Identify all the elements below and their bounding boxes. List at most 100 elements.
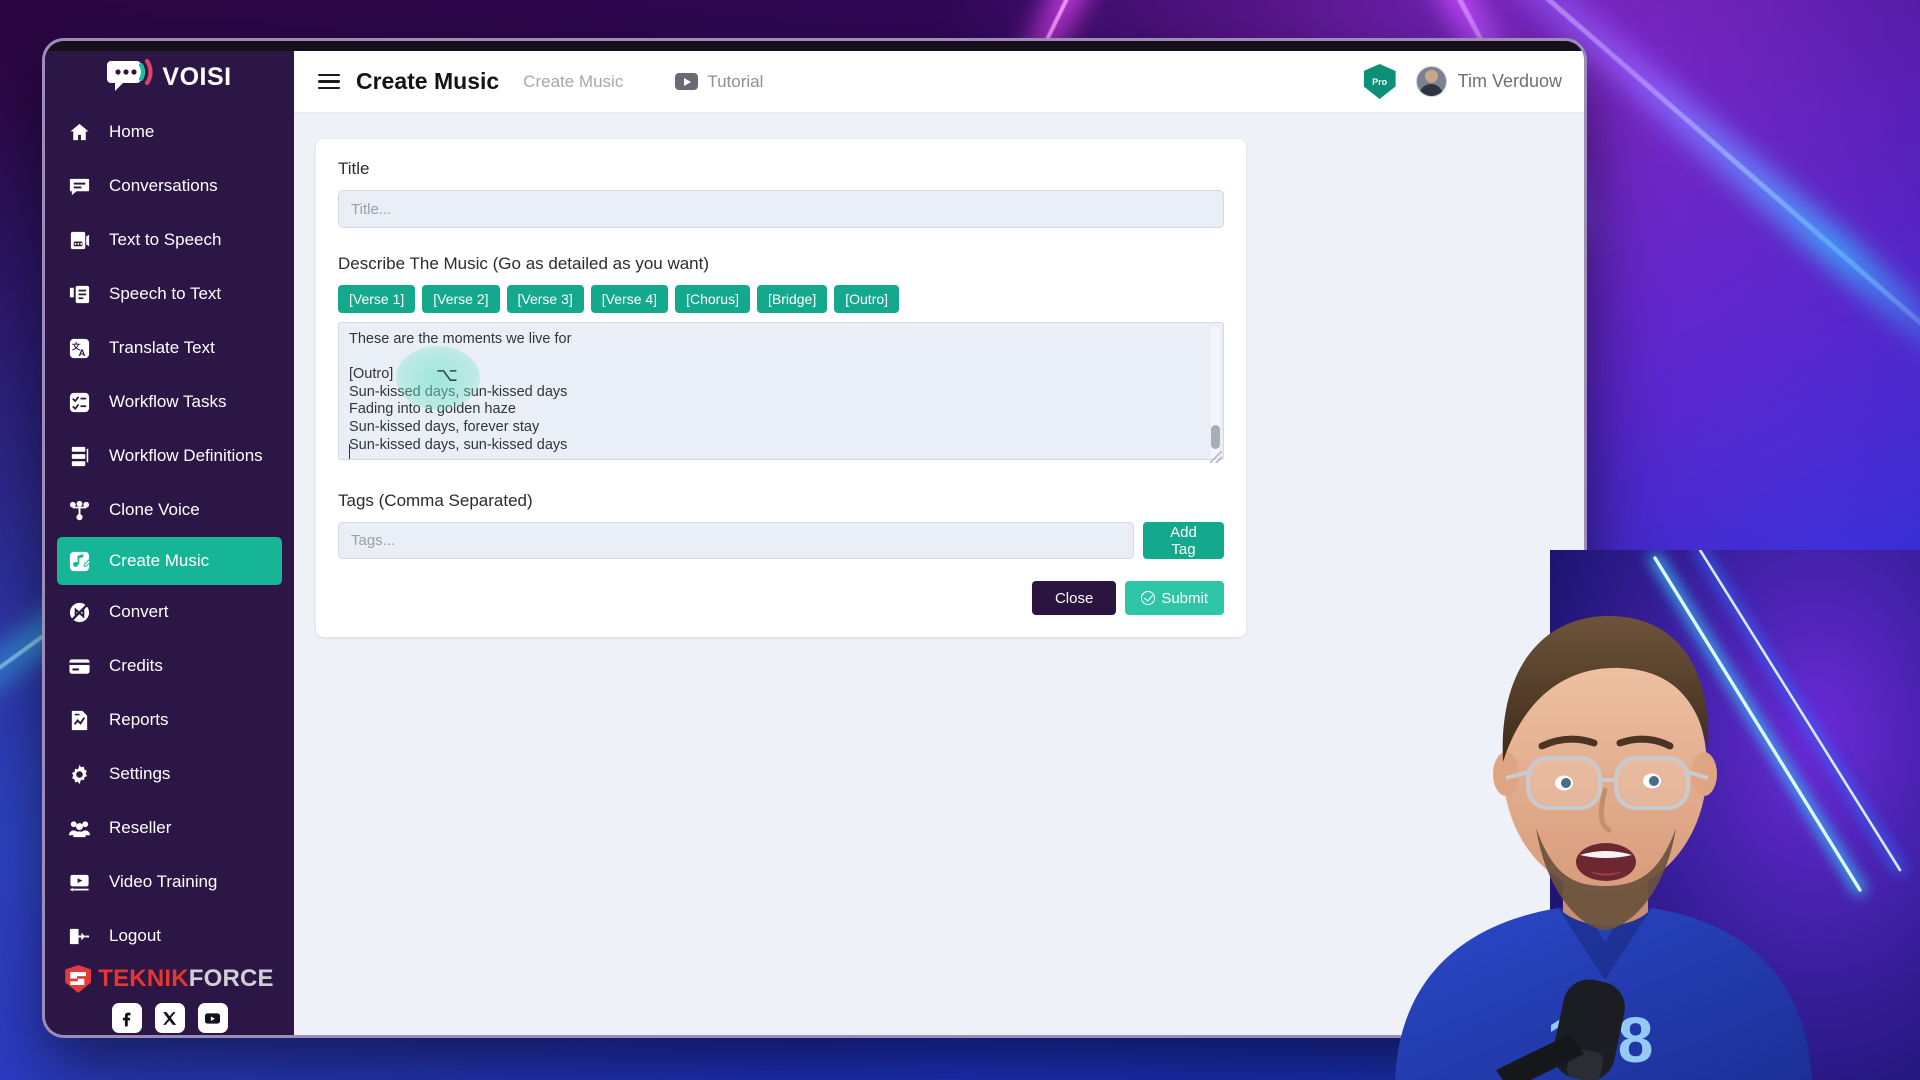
sidebar-item-conversations[interactable]: Conversations <box>45 159 294 213</box>
video-training-icon <box>67 870 92 895</box>
facebook-icon[interactable] <box>111 1003 142 1033</box>
topbar-right: Pro Tim Verduow <box>1363 64 1562 99</box>
sidebar-item-logout[interactable]: Logout <box>45 909 294 963</box>
sidebar-item-label: Settings <box>109 764 171 783</box>
chip-verse-4[interactable]: [Verse 4] <box>590 285 669 313</box>
tags-label: Tags (Comma Separated) <box>338 491 533 510</box>
create-music-form-card: Title Describe The Music (Go as detailed… <box>316 139 1246 637</box>
sidebar-item-label: Workflow Tasks <box>109 392 227 411</box>
tutorial-label: Tutorial <box>707 71 764 91</box>
sidebar-item-label: Text to Speech <box>109 230 222 249</box>
sidebar-item-reports[interactable]: Reports <box>45 693 294 747</box>
add-tag-button[interactable]: Add Tag <box>1142 522 1224 559</box>
translate-icon: 文A <box>67 336 92 361</box>
voisi-speech-bubble-icon <box>107 57 153 97</box>
brand-logo[interactable]: VOISI <box>45 57 294 97</box>
sidebar-item-video-training[interactable]: Video Training <box>45 855 294 909</box>
sidebar-footer: TEKNIKFORCE <box>45 963 294 1035</box>
reports-icon <box>67 708 92 733</box>
chip-outro[interactable]: [Outro] <box>834 285 900 313</box>
credit-card-icon <box>67 654 92 679</box>
teknikforce-shield-icon <box>65 965 92 993</box>
youtube-icon[interactable] <box>197 1003 228 1033</box>
main-area: Create Music Create Music Tutorial Pro T… <box>294 51 1584 1035</box>
speech-to-text-icon <box>67 282 92 307</box>
content-area: Title Describe The Music (Go as detailed… <box>294 113 1584 1035</box>
sidebar-item-workflow-definitions[interactable]: Workflow Definitions <box>45 429 294 483</box>
sidebar-item-settings[interactable]: Settings <box>45 747 294 801</box>
title-input[interactable] <box>338 190 1224 228</box>
lyrics-area-wrapper: These are the moments we live for [Outro… <box>338 322 1224 465</box>
text-caret <box>349 444 351 459</box>
sidebar-item-create-music[interactable]: Create Music <box>57 537 282 585</box>
sidebar-item-label: Workflow Definitions <box>109 446 263 465</box>
sidebar-item-label: Reseller <box>109 818 172 837</box>
svg-text:A: A <box>79 348 86 359</box>
lyrics-textarea[interactable]: These are the moments we live for [Outro… <box>338 322 1224 460</box>
workflow-tasks-icon <box>67 390 92 415</box>
sidebar-item-label: Credits <box>109 656 163 675</box>
username: Tim Verduow <box>1457 71 1562 91</box>
chip-bridge[interactable]: [Bridge] <box>756 285 828 313</box>
section-chips: [Verse 1] [Verse 2] [Verse 3] [Verse 4] … <box>338 285 1224 313</box>
sidebar-item-label: Speech to Text <box>109 284 222 303</box>
clone-voice-icon <box>67 498 92 523</box>
textarea-scrollbar[interactable] <box>1211 327 1220 460</box>
workflow-definitions-icon <box>67 444 92 469</box>
sidebar-item-home[interactable]: Home <box>45 105 294 159</box>
sidebar-nav: Home Conversations Text to Speech Speech… <box>45 97 294 963</box>
teknikforce-logo[interactable]: TEKNIKFORCE <box>45 965 294 993</box>
sidebar-item-credits[interactable]: Credits <box>45 639 294 693</box>
sidebar-item-reseller[interactable]: Reseller <box>45 801 294 855</box>
pro-badge-label: Pro <box>1372 76 1388 87</box>
sidebar-item-label: Logout <box>109 926 161 945</box>
chip-chorus[interactable]: [Chorus] <box>675 285 750 313</box>
chip-verse-1[interactable]: [Verse 1] <box>338 285 416 313</box>
teknikforce-logo-part2: FORCE <box>188 965 274 992</box>
user-menu[interactable]: Tim Verduow <box>1415 66 1562 97</box>
hamburger-menu-icon[interactable] <box>318 73 340 90</box>
gear-icon <box>67 762 92 787</box>
tutorial-link[interactable]: Tutorial <box>675 72 763 92</box>
sidebar-item-label: Clone Voice <box>109 500 200 519</box>
sidebar-item-speech-to-text[interactable]: Speech to Text <box>45 267 294 321</box>
sidebar-item-clone-voice[interactable]: Clone Voice <box>45 483 294 537</box>
browser-window: VOISI Home Conversations Text to Speech <box>42 38 1587 1038</box>
create-music-icon <box>67 549 92 574</box>
brand-name: VOISI <box>162 62 232 91</box>
page-title: Create Music <box>356 68 500 94</box>
tags-row: Add Tag <box>338 522 1224 559</box>
sidebar-item-workflow-tasks[interactable]: Workflow Tasks <box>45 375 294 429</box>
sidebar: VOISI Home Conversations Text to Speech <box>45 51 294 1035</box>
check-circle-icon <box>1141 591 1156 605</box>
home-icon <box>67 120 92 145</box>
chip-verse-2[interactable]: [Verse 2] <box>422 285 500 313</box>
tags-input[interactable] <box>338 522 1134 559</box>
neon-beam <box>1574 597 1920 987</box>
social-links <box>45 1003 294 1033</box>
close-button[interactable]: Close <box>1031 581 1117 615</box>
pro-badge[interactable]: Pro <box>1363 64 1396 99</box>
textarea-resize-grip[interactable] <box>1210 451 1222 463</box>
teknikforce-logo-part1: TEKNIK <box>98 965 189 992</box>
text-cursor-icon: ⌥ <box>436 365 458 386</box>
topbar: Create Music Create Music Tutorial Pro T… <box>294 51 1584 113</box>
sidebar-item-label: Conversations <box>109 176 218 195</box>
chip-verse-3[interactable]: [Verse 3] <box>506 285 584 313</box>
breadcrumb: Create Music <box>523 71 624 91</box>
submit-button[interactable]: Submit <box>1125 581 1224 615</box>
form-actions: Close Submit <box>338 581 1224 615</box>
describe-music-label: Describe The Music (Go as detailed as yo… <box>338 254 710 273</box>
sidebar-item-label: Reports <box>109 710 169 729</box>
x-twitter-icon[interactable] <box>154 1003 185 1033</box>
chat-bubble-icon <box>67 174 92 199</box>
submit-button-label: Submit <box>1161 589 1208 607</box>
sidebar-item-convert[interactable]: Convert <box>45 585 294 639</box>
textarea-scrollbar-thumb[interactable] <box>1211 425 1220 450</box>
logout-icon <box>67 924 92 949</box>
window-titlebar <box>45 41 1584 51</box>
users-group-icon <box>67 816 92 841</box>
sidebar-item-translate-text[interactable]: 文A Translate Text <box>45 321 294 375</box>
sidebar-item-label: Home <box>109 122 155 141</box>
sidebar-item-text-to-speech[interactable]: Text to Speech <box>45 213 294 267</box>
